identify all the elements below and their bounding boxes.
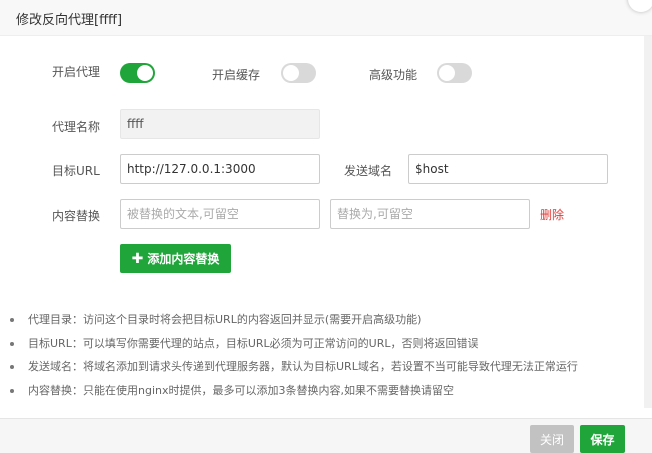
dialog-header: 修改反向代理[ffff] (0, 0, 652, 36)
bullet-icon (10, 341, 14, 346)
save-button[interactable]: 保存 (580, 425, 625, 453)
dialog-title: 修改反向代理[ffff] (16, 13, 123, 28)
note-item: 内容替换：只能在使用nginx时提供，最多可以添加3条替换内容,如果不需要替换请… (0, 383, 640, 407)
content-replace-label: 内容替换 (52, 209, 101, 223)
add-content-replace-label: 添加内容替换 (147, 252, 220, 266)
note-item: 目标URL：可以填写你需要代理的站点，目标URL必须为可正常访问的URL，否则将… (0, 336, 640, 360)
proxy-name-label: 代理名称 (52, 120, 101, 134)
send-domain-label: 发送域名 (344, 164, 393, 178)
cache-enable-toggle[interactable] (281, 63, 316, 83)
plus-icon: ✚ (131, 250, 144, 267)
toggle-knob (439, 65, 455, 81)
scrollbar[interactable] (644, 36, 652, 408)
help-notes: 代理目录：访问这个目录时将会把目标URL的内容返回并显示(需要开启高级功能) 目… (0, 312, 640, 406)
note-item: 代理目录：访问这个目录时将会把目标URL的内容返回并显示(需要开启高级功能) (0, 312, 640, 336)
target-url-input[interactable] (120, 154, 320, 184)
bullet-icon (10, 318, 14, 322)
toggle-knob (283, 65, 299, 81)
bullet-icon (10, 388, 14, 393)
close-button[interactable]: 关闭 (530, 425, 574, 453)
advanced-label: 高级功能 (369, 68, 418, 82)
replace-to-input[interactable] (330, 199, 530, 229)
toggle-knob (137, 65, 153, 81)
note-item: 发送域名：将域名添加到请求头传递到代理服务器，默认为目标URL域名，若设置不当可… (0, 359, 640, 383)
delete-replace-link[interactable]: 删除 (540, 206, 564, 223)
proxy-enable-toggle[interactable] (120, 63, 155, 83)
proxy-enable-label: 开启代理 (52, 65, 101, 79)
bullet-icon (10, 365, 14, 369)
advanced-toggle[interactable] (437, 63, 472, 83)
replace-from-input[interactable] (120, 199, 320, 229)
target-url-label: 目标URL (52, 164, 100, 178)
proxy-name-field: ffff (120, 109, 320, 139)
cache-enable-label: 开启缓存 (212, 68, 261, 82)
send-domain-input[interactable] (408, 154, 608, 184)
add-content-replace-button[interactable]: ✚ 添加内容替换 (120, 244, 231, 273)
